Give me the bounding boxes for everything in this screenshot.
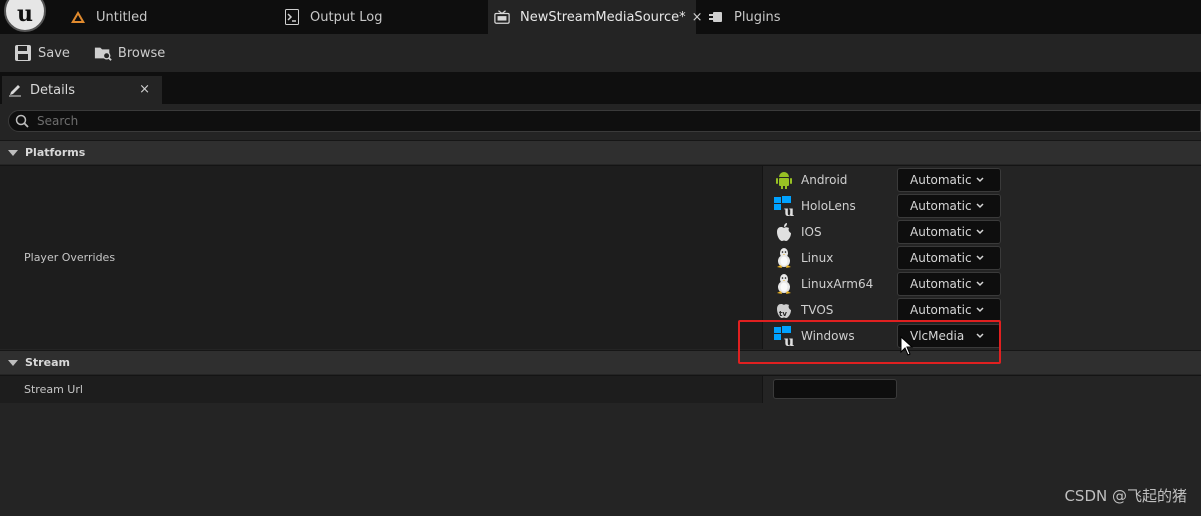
chevron-down-icon xyxy=(976,255,984,261)
player-overrides-row: Player Overrides Android Automatic u Hol… xyxy=(0,165,1201,349)
tab-plugins-label: Plugins xyxy=(734,9,781,25)
platform-linuxarm64-label: LinuxArm64 xyxy=(801,277,874,291)
unreal-logo-icon[interactable]: u xyxy=(4,0,46,32)
tab-untitled-label: Untitled xyxy=(96,9,148,25)
dropdown-value: Automatic xyxy=(910,303,972,317)
tab-output-log[interactable]: Output Log xyxy=(284,0,484,34)
platform-linux: Linux Automatic xyxy=(773,246,1003,270)
details-panel: Platforms Player Overrides Android Autom… xyxy=(0,104,1201,516)
android-icon xyxy=(773,169,795,191)
tab-details-label: Details xyxy=(30,82,76,98)
platform-hololens-label: HoloLens xyxy=(801,199,856,213)
chevron-down-icon xyxy=(8,359,18,366)
details-panel-tab-strip: Details × xyxy=(0,72,1201,104)
asset-toolbar: Save Browse xyxy=(0,34,1201,72)
stream-url-input[interactable] xyxy=(773,379,897,399)
apple-icon xyxy=(773,221,795,243)
ios-player-dropdown[interactable]: Automatic xyxy=(897,220,1001,244)
hololens-player-dropdown[interactable]: Automatic xyxy=(897,194,1001,218)
pencil-icon xyxy=(8,83,22,97)
platform-android-label: Android xyxy=(801,173,848,187)
svg-text:u: u xyxy=(784,204,794,217)
chevron-down-icon xyxy=(976,281,984,287)
highlight-annotation xyxy=(738,320,1001,364)
platform-tvos: tv TVOS Automatic xyxy=(773,298,1003,322)
hololens-icon: u xyxy=(773,195,795,217)
chevron-down-icon xyxy=(976,177,984,183)
tab-details[interactable]: Details × xyxy=(2,76,162,104)
tab-new-stream-media-source-label: NewStreamMediaSource* xyxy=(520,9,686,25)
save-label: Save xyxy=(38,45,70,61)
platform-hololens: u HoloLens Automatic xyxy=(773,194,1003,218)
linux-icon xyxy=(773,247,795,269)
platform-tvos-label: TVOS xyxy=(801,303,834,317)
terminal-icon xyxy=(284,9,300,25)
dropdown-value: Automatic xyxy=(910,225,972,239)
platform-android: Android Automatic xyxy=(773,168,1003,192)
platform-ios-label: IOS xyxy=(801,225,822,239)
stream-url-value-area xyxy=(763,376,1201,403)
platform-linuxarm64: LinuxArm64 Automatic xyxy=(773,272,1003,296)
dropdown-value: Automatic xyxy=(910,173,972,187)
platform-linux-label: Linux xyxy=(801,251,834,265)
android-player-dropdown[interactable]: Automatic xyxy=(897,168,1001,192)
category-stream-label: Stream xyxy=(25,356,70,369)
player-overrides-label: Player Overrides xyxy=(24,251,116,264)
stream-url-row: Stream Url xyxy=(0,375,1201,403)
category-platforms[interactable]: Platforms xyxy=(0,140,1201,164)
dropdown-value: Automatic xyxy=(910,277,972,291)
category-stream[interactable]: Stream xyxy=(0,350,1201,374)
browse-label: Browse xyxy=(117,45,166,61)
tab-plugins[interactable]: Plugins xyxy=(708,0,908,34)
chevron-down-icon xyxy=(976,203,984,209)
document-tab-bar: u Untitled Output Log NewStreamMediaSour… xyxy=(0,0,1201,34)
chevron-down-icon xyxy=(976,307,984,313)
level-icon xyxy=(70,9,86,25)
search-box[interactable] xyxy=(8,110,1201,132)
browse-icon xyxy=(94,44,112,62)
platform-ios: IOS Automatic xyxy=(773,220,1003,244)
tab-new-stream-media-source[interactable]: NewStreamMediaSource* × xyxy=(488,0,703,34)
close-icon[interactable]: × xyxy=(692,10,703,25)
tab-output-log-label: Output Log xyxy=(310,9,383,25)
stream-url-label: Stream Url xyxy=(24,383,83,396)
watermark-text: CSDN @飞起的猪 xyxy=(1064,487,1187,505)
search-input[interactable] xyxy=(37,114,1137,128)
dropdown-value: Automatic xyxy=(910,251,972,265)
media-source-icon xyxy=(494,9,510,25)
search-icon xyxy=(15,114,29,128)
linuxarm64-player-dropdown[interactable]: Automatic xyxy=(897,272,1001,296)
chevron-down-icon xyxy=(976,229,984,235)
appletv-icon: tv xyxy=(773,299,795,321)
mouse-cursor-icon xyxy=(900,336,914,356)
save-icon xyxy=(14,44,32,62)
chevron-down-icon xyxy=(8,149,18,156)
plugins-icon xyxy=(708,9,724,25)
svg-text:tv: tv xyxy=(779,310,787,318)
close-icon[interactable]: × xyxy=(139,82,150,97)
dropdown-value: Automatic xyxy=(910,199,972,213)
browse-button[interactable]: Browse xyxy=(80,34,165,72)
save-button[interactable]: Save xyxy=(0,34,70,72)
linux-player-dropdown[interactable]: Automatic xyxy=(897,246,1001,270)
tvos-player-dropdown[interactable]: Automatic xyxy=(897,298,1001,322)
category-platforms-label: Platforms xyxy=(25,146,86,159)
tab-untitled[interactable]: Untitled xyxy=(70,0,270,34)
linux-icon xyxy=(773,273,795,295)
